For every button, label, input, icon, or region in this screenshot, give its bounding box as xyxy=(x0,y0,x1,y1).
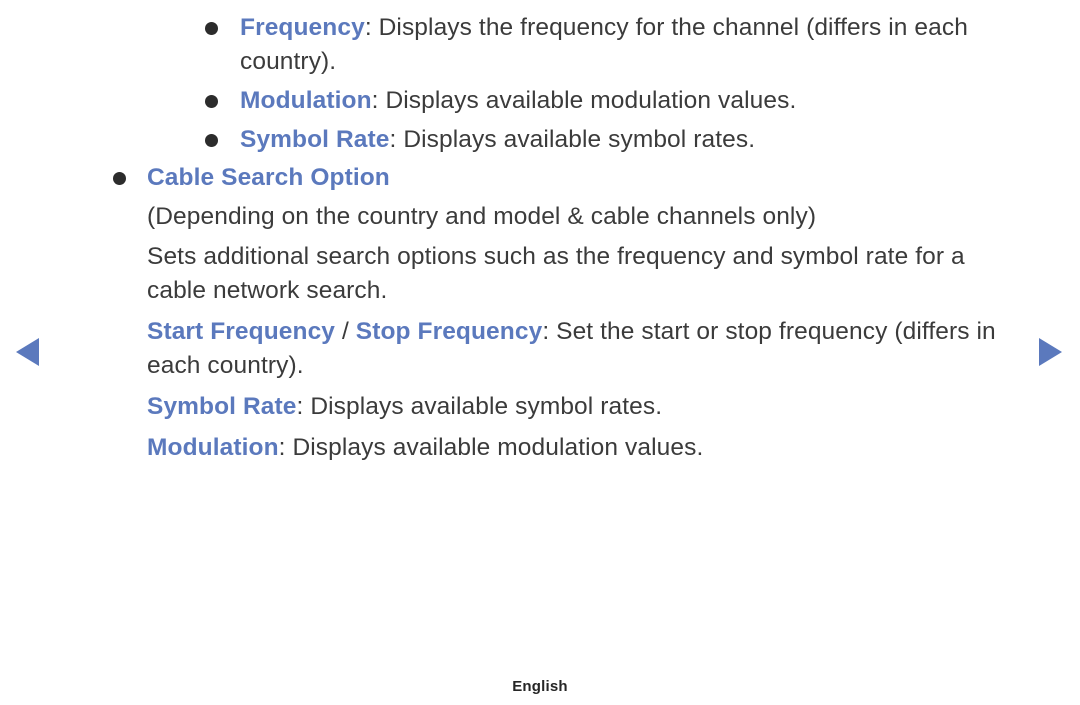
note-cable-search-availability: (Depending on the country and model & ca… xyxy=(147,203,817,230)
entry-modulation-2: Modulation: Displays available modulatio… xyxy=(0,431,1080,465)
list-item-frequency: Frequency: Displays the frequency for th… xyxy=(0,11,1080,79)
bullet-icon xyxy=(113,172,126,185)
description-modulation: : Displays available modulation values. xyxy=(371,87,797,114)
bullet-icon xyxy=(205,134,218,147)
list-item-cable-search-option: Cable Search Option xyxy=(0,161,1080,195)
term-start-frequency: Start Frequency xyxy=(147,318,336,345)
entry-start-stop-frequency: Start Frequency / Stop Frequency: Set th… xyxy=(0,315,1080,383)
entry-symbol-rate-2: Symbol Rate: Displays available symbol r… xyxy=(0,390,1080,424)
term-frequency: Frequency xyxy=(240,14,365,41)
body-cable-search-option: Sets additional search options such as t… xyxy=(147,243,965,304)
term-separator: / xyxy=(335,318,356,345)
description-modulation-2: : Displays available modulation values. xyxy=(278,434,704,461)
term-symbol-rate: Symbol Rate xyxy=(240,126,390,153)
description-symbol-rate-2: : Displays available symbol rates. xyxy=(296,393,663,420)
bullet-icon xyxy=(205,95,218,108)
term-modulation-2: Modulation xyxy=(147,434,279,461)
footer-language-label: English xyxy=(512,678,568,695)
bullet-icon xyxy=(205,22,218,35)
list-item-modulation: Modulation: Displays available modulatio… xyxy=(0,84,1080,118)
term-modulation: Modulation xyxy=(240,87,372,114)
term-symbol-rate-2: Symbol Rate xyxy=(147,393,297,420)
help-content: Frequency: Displays the frequency for th… xyxy=(0,0,1080,465)
term-stop-frequency: Stop Frequency xyxy=(355,318,543,345)
help-page: Frequency: Displays the frequency for th… xyxy=(0,0,1080,705)
heading-cable-search-option: Cable Search Option xyxy=(147,164,390,191)
list-item-symbol-rate: Symbol Rate: Displays available symbol r… xyxy=(0,123,1080,157)
description-symbol-rate: : Displays available symbol rates. xyxy=(389,126,756,153)
